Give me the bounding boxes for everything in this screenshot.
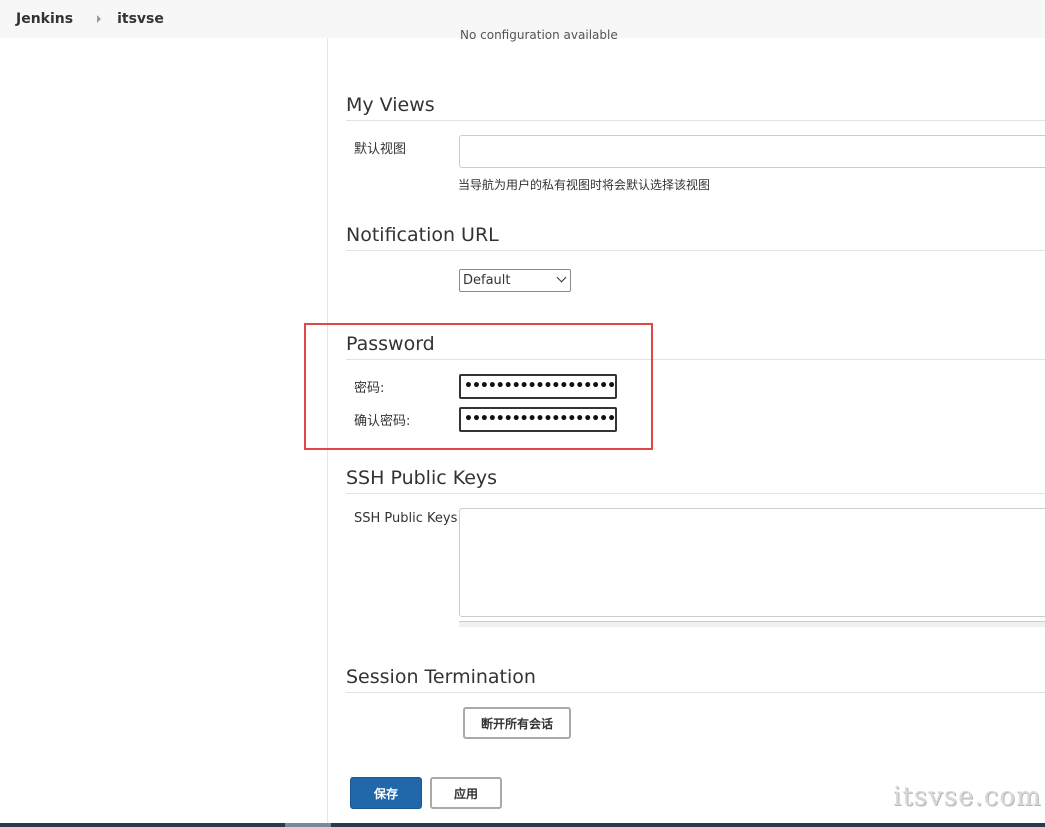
- breadcrumb-jenkins[interactable]: Jenkins: [16, 11, 73, 27]
- no-config-text: No configuration available: [460, 28, 618, 42]
- section-my-views: My Views: [346, 94, 1045, 121]
- textarea-resize-handle[interactable]: [459, 621, 1045, 627]
- save-button[interactable]: 保存: [350, 777, 422, 809]
- bottom-scrollbar[interactable]: [0, 823, 1045, 827]
- breadcrumb-user[interactable]: itsvse: [117, 11, 164, 27]
- notification-url-value: Default: [463, 273, 511, 288]
- ssh-keys-label: SSH Public Keys: [354, 511, 458, 526]
- chevron-right-icon: [97, 15, 102, 23]
- chevron-down-icon: [556, 272, 567, 283]
- ssh-keys-textarea[interactable]: [459, 508, 1045, 617]
- side-panel: [0, 38, 328, 827]
- section-ssh-keys: SSH Public Keys: [346, 467, 1045, 494]
- section-session-termination: Session Termination: [346, 666, 1045, 693]
- scrollbar-thumb[interactable]: [285, 823, 331, 827]
- section-notification-url: Notification URL: [346, 224, 1045, 251]
- notification-url-select[interactable]: Default: [459, 269, 571, 292]
- annotation-highlight-box: [304, 323, 653, 450]
- default-view-label: 默认视图: [354, 142, 407, 157]
- watermark: itsvse.com: [893, 782, 1042, 812]
- default-view-input[interactable]: [459, 135, 1045, 168]
- terminate-sessions-button[interactable]: 断开所有会话: [463, 707, 571, 739]
- apply-button[interactable]: 应用: [430, 777, 502, 809]
- default-view-help: 当导航为用户的私有视图时将会默认选择该视图: [458, 178, 711, 192]
